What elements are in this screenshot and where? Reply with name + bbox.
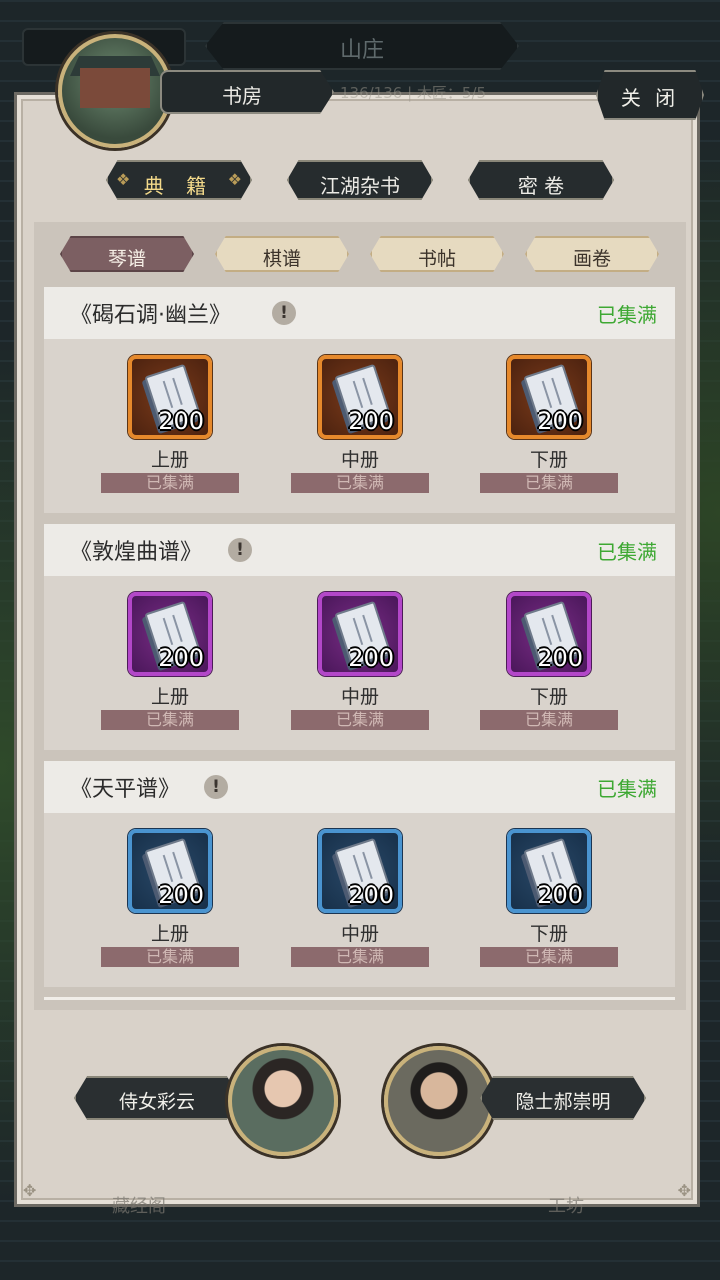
house-shape: [80, 68, 150, 108]
item-label: 上册: [150, 923, 189, 945]
item-status-bar: 已集满: [101, 710, 239, 730]
category-tab-dianji[interactable]: ❖ 典 籍 ❖: [106, 160, 252, 200]
book-slot[interactable]: 200: [318, 592, 402, 676]
book-item[interactable]: 200 上册 已集满: [101, 355, 239, 495]
book-slot[interactable]: 200: [507, 829, 591, 913]
item-count: 200: [537, 407, 583, 435]
subtab-shutie[interactable]: 书帖: [370, 236, 504, 272]
item-label: 中册: [340, 686, 379, 708]
item-status-bar: 已集满: [480, 710, 618, 730]
card-header: 《天平谱》 ! 已集满: [44, 761, 675, 813]
book-item[interactable]: 200 下册 已集满: [480, 355, 618, 495]
npc-portrait-avatar[interactable]: [384, 1046, 494, 1156]
collection-title: 《碣石调·幽兰》: [70, 303, 231, 328]
book-slot[interactable]: 200: [318, 355, 402, 439]
category-label: 密 卷: [517, 174, 565, 198]
collection-card: 《碣石调·幽兰》 ! 已集满 200 上册 已集满 200 中册 已集满 200…: [44, 287, 675, 513]
subtab-label: 棋谱: [262, 248, 301, 270]
info-icon[interactable]: !: [272, 301, 296, 325]
subtab-label: 琴谱: [107, 248, 146, 270]
subtab-qinpu[interactable]: 琴谱: [60, 236, 194, 272]
corner-ornament-icon: ✥: [677, 1181, 691, 1200]
item-count: 200: [348, 881, 394, 909]
npc-hermit-hao[interactable]: 隐士郝崇明: [384, 1046, 648, 1156]
item-label: 上册: [150, 686, 189, 708]
corner-ornament-icon: ✥: [23, 1181, 37, 1200]
item-label: 下册: [529, 686, 568, 708]
category-tab-jianghu[interactable]: 江湖杂书: [287, 160, 433, 200]
item-status-bar: 已集满: [480, 473, 618, 493]
room-title: 书房: [222, 84, 262, 108]
list-divider: [44, 997, 675, 1000]
book-item[interactable]: 200 中册 已集满: [291, 829, 429, 969]
collection-title: 《天平谱》: [70, 777, 181, 802]
subtab-label: 书帖: [417, 248, 456, 270]
item-status-bar: 已集满: [291, 947, 429, 967]
book-item[interactable]: 200 中册 已集满: [291, 355, 429, 495]
collection-card: 《敦煌曲谱》 ! 已集满 200 上册 已集满 200 中册 已集满 200 下…: [44, 524, 675, 750]
item-status-bar: 已集满: [291, 473, 429, 493]
building-avatar: [58, 34, 172, 148]
item-status-bar: 已集满: [101, 473, 239, 493]
book-item[interactable]: 200 下册 已集满: [480, 829, 618, 969]
book-item[interactable]: 200 上册 已集满: [101, 592, 239, 732]
item-status-bar: 已集满: [480, 947, 618, 967]
collection-status: 已集满: [597, 303, 657, 327]
item-label: 下册: [529, 449, 568, 471]
close-label: 关 闭: [620, 86, 680, 110]
npc-name-plate[interactable]: 侍女彩云: [74, 1076, 240, 1120]
info-icon[interactable]: !: [228, 538, 252, 562]
item-status-bar: 已集满: [291, 710, 429, 730]
book-item[interactable]: 200 上册 已集满: [101, 829, 239, 969]
item-label: 上册: [150, 449, 189, 471]
category-tab-mijuan[interactable]: 密 卷: [468, 160, 614, 200]
book-slot[interactable]: 200: [128, 829, 212, 913]
npc-portrait-avatar[interactable]: [228, 1046, 338, 1156]
subtab-qipu[interactable]: 棋谱: [215, 236, 349, 272]
collection-title: 《敦煌曲谱》: [70, 540, 203, 565]
subtab-label: 画卷: [572, 248, 611, 270]
background-building-label: 工坊: [548, 1196, 584, 1217]
npc-name-plate[interactable]: 隐士郝崇明: [480, 1076, 646, 1120]
category-label: 江湖杂书: [320, 174, 400, 198]
item-count: 200: [537, 644, 583, 672]
npc-name: 隐士郝崇明: [515, 1091, 611, 1113]
card-header: 《碣石调·幽兰》 ! 已集满: [44, 287, 675, 339]
location-title: 山庄: [339, 38, 384, 63]
book-slot[interactable]: 200: [128, 355, 212, 439]
npc-maid-caiyun[interactable]: 侍女彩云: [74, 1046, 338, 1156]
book-slot[interactable]: 200: [507, 592, 591, 676]
item-count: 200: [537, 881, 583, 909]
item-status-bar: 已集满: [101, 947, 239, 967]
book-slot[interactable]: 200: [318, 829, 402, 913]
info-icon[interactable]: !: [204, 775, 228, 799]
ornament-icon: ❖: [227, 170, 242, 189]
item-count: 200: [348, 644, 394, 672]
background-stats: 136/136 | 木匠：5/5: [340, 84, 487, 102]
book-slot[interactable]: 200: [128, 592, 212, 676]
top-location-bar: 山庄: [205, 22, 519, 70]
item-count: 200: [348, 407, 394, 435]
item-count: 200: [158, 407, 204, 435]
subtab-huajuan[interactable]: 画卷: [525, 236, 659, 272]
item-count: 200: [158, 644, 204, 672]
background-building-label: 藏经阁: [112, 1196, 166, 1217]
item-label: 中册: [340, 449, 379, 471]
item-label: 下册: [529, 923, 568, 945]
collection-card: 《天平谱》 ! 已集满 200 上册 已集满 200 中册 已集满 200 下册…: [44, 761, 675, 987]
room-title-plate: 书房: [160, 70, 334, 114]
card-header: 《敦煌曲谱》 ! 已集满: [44, 524, 675, 576]
collection-status: 已集满: [597, 777, 657, 801]
item-label: 中册: [340, 923, 379, 945]
npc-name: 侍女彩云: [118, 1091, 195, 1113]
book-slot[interactable]: 200: [507, 355, 591, 439]
book-item[interactable]: 200 下册 已集满: [480, 592, 618, 732]
book-item[interactable]: 200 中册 已集满: [291, 592, 429, 732]
collection-status: 已集满: [597, 540, 657, 564]
item-count: 200: [158, 881, 204, 909]
close-button[interactable]: 关 闭: [596, 70, 704, 120]
